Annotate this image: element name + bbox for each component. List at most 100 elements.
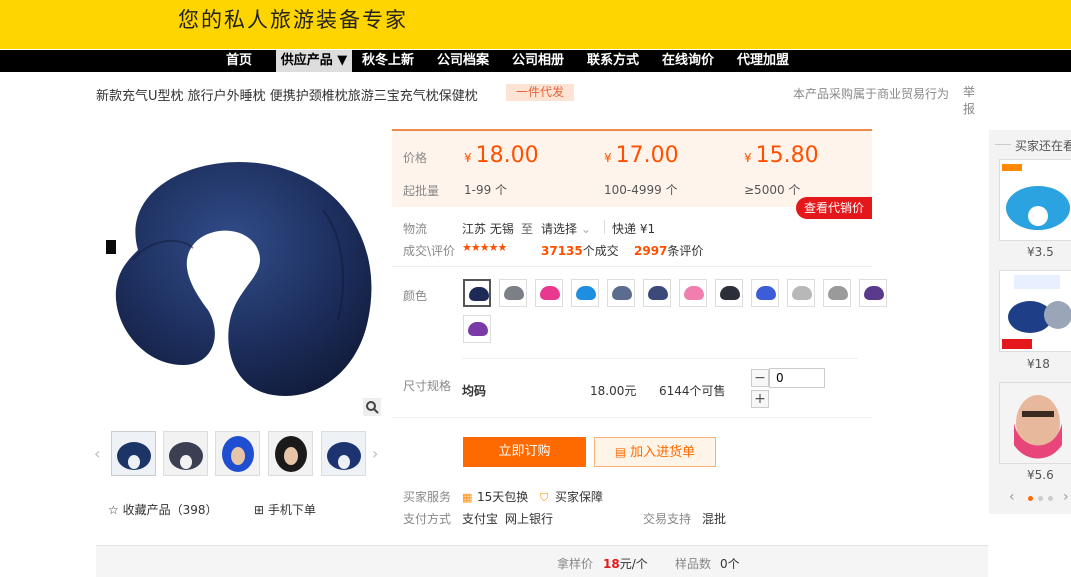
swatch-pillow-icon	[469, 287, 489, 301]
sample-count-label: 样品数	[675, 557, 712, 571]
swatch-pillow-icon	[828, 286, 848, 300]
calendar-icon: ▦	[462, 491, 473, 504]
sidebar-item-2[interactable]	[999, 270, 1071, 352]
nav-item-home[interactable]: 首页	[212, 50, 266, 72]
price-tier-1: ¥18.00	[464, 143, 539, 168]
payment-bank: 网上银行	[505, 512, 554, 526]
deals-label: 成交\评价	[403, 244, 456, 258]
thumbnail-1[interactable]	[111, 431, 156, 476]
product-title: 新款充气U型枕 旅行户外睡枕 便携护颈椎枕旅游三宝充气枕保健枕	[96, 89, 478, 104]
divider	[462, 358, 858, 359]
thumb-next-icon[interactable]: ›	[372, 444, 378, 463]
order-now-button[interactable]: 立即订购	[463, 437, 586, 467]
nav-item-products[interactable]: 供应产品 ▼	[276, 50, 352, 72]
thumbnail-4[interactable]	[268, 431, 313, 476]
report-link[interactable]: 举报	[963, 84, 977, 118]
qty-range-1: 1-99 个	[464, 183, 508, 197]
price-panel: 价格 起批量 ¥18.00 ¥17.00 ¥15.80 1-99 个 100-4…	[392, 129, 872, 207]
swatch-pillow-icon	[504, 286, 524, 300]
mobile-order-button[interactable]: ⊞ 手机下单	[254, 501, 316, 518]
swatch-pillow-icon	[648, 286, 668, 300]
color-swatch[interactable]	[607, 279, 635, 307]
service-exchange[interactable]: ▦ 15天包换	[462, 488, 528, 505]
color-swatch[interactable]	[643, 279, 671, 307]
color-swatch[interactable]	[823, 279, 851, 307]
color-swatch[interactable]	[751, 279, 779, 307]
nav-item-profile[interactable]: 公司档案	[431, 50, 495, 72]
main-nav: 首页 供应产品 ▼ 秋冬上新 公司档案 公司相册 联系方式 在线询价 代理加盟	[0, 50, 1071, 72]
color-label: 颜色	[403, 289, 428, 303]
color-swatch[interactable]	[535, 279, 563, 307]
nav-item-franchise[interactable]: 代理加盟	[731, 50, 795, 72]
swatch-pillow-icon	[864, 286, 884, 300]
list-icon: ▤	[614, 445, 631, 459]
zoom-icon[interactable]	[363, 398, 381, 416]
trade-support-label: 交易支持	[643, 512, 692, 526]
color-swatch[interactable]	[463, 279, 491, 307]
swatch-pillow-icon	[684, 286, 704, 300]
quantity-minus-button[interactable]: −	[751, 369, 769, 387]
price-label: 价格	[403, 151, 428, 165]
sidebar-prev-icon[interactable]: ‹	[1009, 489, 1015, 505]
carousel-dot[interactable]	[1048, 496, 1053, 501]
swatch-pillow-icon	[540, 286, 560, 300]
color-swatch[interactable]	[787, 279, 815, 307]
thumbnail-2[interactable]	[163, 431, 208, 476]
carousel-dot[interactable]	[1038, 496, 1043, 501]
quantity-plus-button[interactable]: +	[751, 390, 769, 408]
sidebar-next-icon[interactable]: ›	[1063, 489, 1069, 505]
mobile-order-label: 手机下单	[267, 503, 316, 517]
destination-select[interactable]: 请选择 ⌄	[541, 220, 591, 237]
shield-icon: ⛉	[540, 491, 549, 504]
nav-item-album[interactable]: 公司相册	[506, 50, 570, 72]
thumb-prev-icon[interactable]: ‹	[94, 444, 100, 463]
sidebar-item-1[interactable]	[999, 159, 1071, 241]
service-guarantee[interactable]: ⛉ 买家保障	[540, 488, 603, 505]
deal-count[interactable]: 37135个成交	[541, 242, 619, 259]
sample-bar: 拿样价 18元/个 样品数 0个	[96, 545, 988, 577]
agent-price-button[interactable]: 查看代销价	[796, 197, 872, 219]
logistics-to: 至	[521, 222, 534, 236]
color-swatch[interactable]	[715, 279, 743, 307]
sidebar-item-3[interactable]	[999, 382, 1071, 464]
dropship-badge: 一件代发	[506, 84, 575, 101]
nav-item-contact[interactable]: 联系方式	[581, 50, 645, 72]
color-swatch[interactable]	[463, 315, 491, 343]
carousel-dot[interactable]	[1028, 496, 1033, 501]
banner-slogan: 您的私人旅游装备专家	[178, 8, 408, 32]
express-fee: 快递 ¥1	[612, 222, 656, 236]
add-to-cart-button[interactable]: ▤ 加入进货单	[594, 437, 716, 467]
destination-select-label: 请选择	[541, 222, 578, 236]
logistics-label: 物流	[403, 222, 428, 236]
nav-item-inquiry[interactable]: 在线询价	[656, 50, 720, 72]
divider	[392, 417, 872, 418]
swatch-pillow-icon	[792, 286, 812, 300]
review-count[interactable]: 2997条评价	[634, 242, 703, 259]
color-swatch[interactable]	[679, 279, 707, 307]
qr-code-icon: ⊞	[254, 503, 268, 517]
main-product-image[interactable]	[98, 140, 382, 420]
qty-range-2: 100-4999 个	[604, 183, 678, 197]
payment-label: 支付方式	[403, 512, 452, 526]
sidebar-item-3-price: ¥5.6	[1027, 468, 1054, 482]
swatch-pillow-icon	[576, 286, 596, 300]
thumbnail-3[interactable]	[215, 431, 260, 476]
color-swatch[interactable]	[859, 279, 887, 307]
quantity-input[interactable]	[769, 368, 825, 388]
spec-stock: 6144个可售	[659, 384, 726, 398]
favorite-button[interactable]: ☆ 收藏产品（398）	[108, 501, 217, 518]
top-banner: 您的私人旅游装备专家	[0, 0, 1071, 49]
also-viewed-sidebar: 买家还在看 ¥3.5 ¥18 ¥5.6 ‹ ›	[989, 130, 1071, 514]
swatch-pillow-icon	[720, 286, 740, 300]
divider	[392, 266, 872, 267]
payment-alipay: 支付宝	[462, 512, 499, 526]
logistics-origin: 江苏 无锡	[462, 222, 514, 236]
spec-price: 18.00元	[590, 384, 637, 398]
thumbnail-5[interactable]	[321, 431, 366, 476]
color-swatch[interactable]	[499, 279, 527, 307]
moq-label: 起批量	[403, 184, 440, 198]
color-swatch[interactable]	[571, 279, 599, 307]
nav-item-new[interactable]: 秋冬上新	[356, 50, 420, 72]
spec-name: 均码	[462, 384, 487, 398]
spec-label: 尺寸规格	[403, 379, 452, 393]
